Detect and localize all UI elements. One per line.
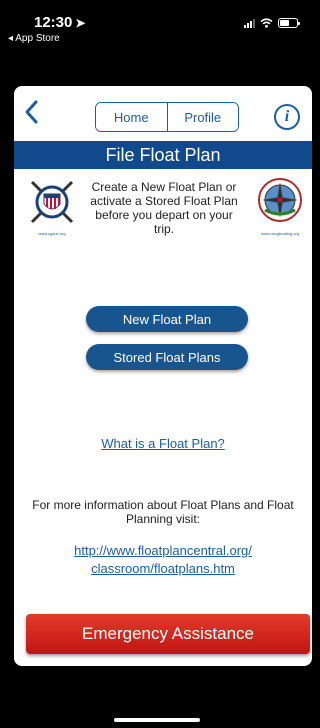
stored-float-plans-button[interactable]: Stored Float Plans	[86, 344, 248, 370]
location-arrow-icon: ➤	[75, 16, 86, 30]
status-time: 12:30 ➤	[34, 14, 85, 31]
wifi-icon	[260, 18, 273, 28]
home-profile-segment: Home Profile	[95, 102, 239, 132]
back-chevron-icon[interactable]	[20, 98, 44, 126]
coast-guard-auxiliary-logo: www.cgaux.org	[24, 176, 80, 236]
what-is-float-plan-link[interactable]: What is a Float Plan?	[14, 436, 312, 451]
back-to-app-store-link[interactable]: ◂ App Store	[8, 33, 60, 44]
battery-icon	[278, 18, 300, 28]
url-line-1[interactable]: http://www.floatplancentral.org/	[14, 542, 312, 560]
info-icon[interactable]: i	[274, 104, 300, 130]
home-indicator[interactable]	[114, 718, 200, 722]
float-plan-central-link[interactable]: http://www.floatplancentral.org/ classro…	[14, 542, 312, 578]
page-title: File Float Plan	[14, 141, 312, 169]
left-logo-url: www.cgaux.org	[38, 231, 66, 236]
intro-text: Create a New Float Plan or activate a St…	[90, 180, 238, 236]
anchor-emblem-icon	[30, 180, 74, 224]
new-float-plan-button[interactable]: New Float Plan	[86, 306, 248, 332]
boating-safety-logo: www.uscgboating.org	[252, 176, 308, 236]
status-bar: 12:30 ➤ ◂ App Store	[0, 0, 312, 60]
profile-button[interactable]: Profile	[166, 103, 238, 131]
nav-bar: Home Profile i	[14, 86, 312, 140]
main-card: Home Profile i File Float Plan www.cgaux…	[14, 86, 312, 666]
status-time-text: 12:30	[34, 14, 73, 31]
more-info-text: For more information about Float Plans a…	[32, 498, 294, 526]
status-icons	[244, 18, 300, 28]
home-button[interactable]: Home	[96, 103, 167, 131]
right-logo-url: www.uscgboating.org	[260, 231, 300, 236]
emergency-assistance-button[interactable]: Emergency Assistance	[26, 614, 310, 654]
cellular-signal-icon	[244, 18, 255, 28]
url-line-2[interactable]: classroom/floatplans.htm	[14, 560, 312, 578]
compass-emblem-icon	[258, 178, 302, 222]
